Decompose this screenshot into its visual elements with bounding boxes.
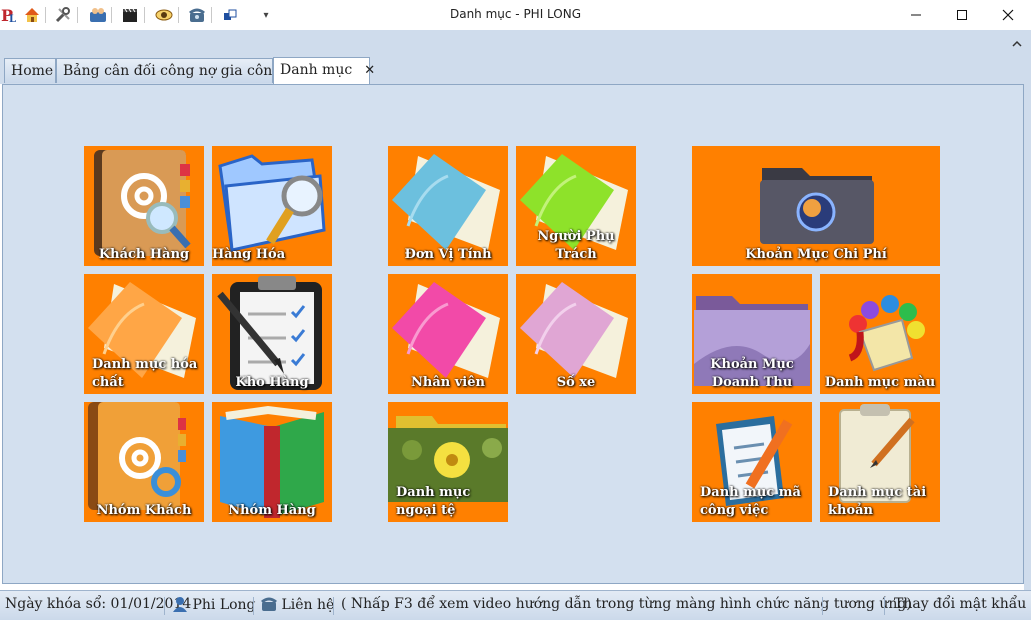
tile-danh-muc-tai-khoan[interactable]: Danh mục tài khoản xyxy=(820,402,940,522)
tile-label: Số xe xyxy=(556,375,596,390)
tile-label: Khoản Mục Chi Phí xyxy=(745,247,887,262)
change-password-link[interactable]: Thay đổi mật khẩu xyxy=(894,596,1026,612)
tile-nhom-khach[interactable]: Nhóm Khách xyxy=(84,402,204,522)
tile-danh-muc-ngoai-te[interactable]: Danh mục ngoại tệ xyxy=(388,402,508,522)
tile-nguoi-phu-trach[interactable]: Người Phụ Trách xyxy=(516,146,636,266)
tile-khoan-muc-doanh-thu[interactable]: Khoản Mục Doanh Thu xyxy=(692,274,812,394)
tile-nhom-hang[interactable]: Nhóm Hàng xyxy=(212,402,332,522)
tile-label: Danh mục ngoại tệ xyxy=(396,485,471,518)
tile-label: Đơn Vị Tính xyxy=(404,247,492,262)
user-icon xyxy=(172,596,188,612)
user-name: Phi Long xyxy=(192,597,256,613)
tile-don-vi-tinh[interactable]: Đơn Vị Tính xyxy=(388,146,508,266)
user-status[interactable]: Phi Long xyxy=(172,596,256,613)
tile-label: Kho Hàng xyxy=(235,375,309,390)
window-title: Danh mục - PHI LONG xyxy=(449,7,582,21)
status-separator xyxy=(884,597,885,615)
tile-label: Nhóm Hàng xyxy=(228,503,316,518)
window-edge xyxy=(1024,84,1031,590)
tab-bang-can-doi[interactable]: Bảng cân đối công nợ gia công xyxy=(56,58,281,83)
tab-label: Bảng cân đối công nợ gia công xyxy=(63,63,282,79)
tile-khoan-muc-chi-phi[interactable]: Khoản Mục Chi Phí xyxy=(692,146,940,266)
status-separator xyxy=(253,597,254,615)
status-separator xyxy=(164,597,165,615)
tile-label: Danh mục hóa chất xyxy=(92,357,198,390)
tile-label: Khách Hàng xyxy=(98,247,190,262)
telephone-icon xyxy=(261,596,277,612)
contact-status[interactable]: Liên hệ xyxy=(261,596,334,613)
tile-label: Danh mục tài khoản xyxy=(828,485,927,518)
tile-hang-hoa[interactable]: Hàng Hóa xyxy=(212,146,332,266)
close-tab-icon[interactable]: ✕ xyxy=(364,63,375,78)
ribbon-bar xyxy=(0,30,1031,56)
tile-kho-hang[interactable]: Kho Hàng xyxy=(212,274,332,394)
status-separator xyxy=(822,597,823,615)
title-bar: PL ▾ Danh mục - PHI LONG xyxy=(0,0,1031,30)
tile-label: Nhân viên xyxy=(411,375,485,390)
close-icon[interactable] xyxy=(985,0,1031,30)
status-separator xyxy=(333,597,334,615)
tile-danh-muc-ma-cong-viec[interactable]: Danh mục mã công việc xyxy=(692,402,812,522)
tile-label: Nhóm Khách xyxy=(96,503,192,518)
tab-label: Home xyxy=(11,63,54,79)
tile-khach-hang[interactable]: Khách Hàng xyxy=(84,146,204,266)
help-hint: ( Nhấp F3 để xem video hướng dẫn trong t… xyxy=(341,596,912,612)
contact-label: Liên hệ xyxy=(281,597,335,613)
tile-danh-muc-hoa-chat[interactable]: Danh mục hóa chất xyxy=(84,274,204,394)
document-tabs: Home Bảng cân đối công nợ gia công Danh … xyxy=(0,56,1031,84)
tile-label: Khoản Mục Doanh Thu xyxy=(710,357,794,390)
maximize-icon[interactable] xyxy=(939,0,985,30)
minimize-icon[interactable] xyxy=(893,0,939,30)
tile-nhan-vien[interactable]: Nhân viên xyxy=(388,274,508,394)
tile-label: Danh mục mã công việc xyxy=(700,485,801,518)
tile-label: Người Phụ Trách xyxy=(537,229,615,262)
chevron-up-icon[interactable] xyxy=(1010,36,1024,50)
tile-so-xe[interactable]: Số xe xyxy=(516,274,636,394)
tile-label: Danh mục màu xyxy=(824,375,936,390)
status-bar: Ngày khóa sổ: 01/01/2014 Phi Long Liên h… xyxy=(0,590,1031,620)
tab-home[interactable]: Home xyxy=(4,58,56,83)
tab-label: Danh mục xyxy=(280,62,353,78)
tab-danh-muc[interactable]: Danh mục ✕ xyxy=(273,57,375,84)
tile-label: Hàng Hóa xyxy=(212,247,286,262)
tile-danh-muc-mau[interactable]: Danh mục màu xyxy=(820,274,940,394)
